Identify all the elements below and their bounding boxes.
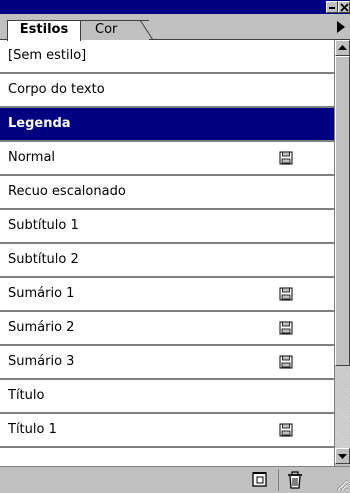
list-item[interactable]: Subtítulo 1 xyxy=(0,210,334,244)
disk-icon xyxy=(279,423,293,437)
trash-icon[interactable] xyxy=(284,469,306,491)
vertical-scrollbar[interactable] xyxy=(334,40,350,466)
list-item[interactable]: Normal xyxy=(0,142,334,176)
tab-estilos[interactable]: Estilos xyxy=(7,20,81,41)
divider xyxy=(278,469,279,491)
tab-divider xyxy=(140,20,154,40)
disk-icon xyxy=(279,321,293,335)
styles-palette: Estilos Cor [Sem estilo] Corpo do texto Le… xyxy=(0,0,350,493)
arrow-up-icon xyxy=(338,45,347,50)
scroll-down-button[interactable] xyxy=(335,448,350,464)
tab-cor-label: Cor xyxy=(95,22,118,37)
disk-icon xyxy=(279,355,293,369)
list-item[interactable]: Título xyxy=(0,380,334,414)
style-name: Normal xyxy=(8,150,56,165)
disk-icon xyxy=(279,287,293,301)
style-name: [Sem estilo] xyxy=(8,48,87,63)
style-name: Título 1 xyxy=(8,422,57,437)
style-name: Sumário 1 xyxy=(8,286,75,301)
scroll-up-button[interactable] xyxy=(335,40,350,56)
scroll-thumb[interactable] xyxy=(335,56,350,366)
style-list: [Sem estilo] Corpo do texto Legenda Normal R… xyxy=(0,40,334,466)
list-item[interactable]: Sumário 2 xyxy=(0,312,334,346)
style-name: Legenda xyxy=(8,116,71,131)
tab-estilos-label: Estilos xyxy=(19,22,69,37)
style-name: Corpo do texto xyxy=(8,82,105,97)
resize-grip-icon[interactable] xyxy=(334,477,348,491)
list-item[interactable]: Subtítulo 2 xyxy=(0,244,334,278)
tab-cor[interactable]: Cor xyxy=(79,20,149,40)
style-name: Subtítulo 1 xyxy=(8,218,79,233)
style-name: Sumário 3 xyxy=(8,354,75,369)
list-item[interactable]: Título 1 xyxy=(0,414,334,448)
list-item[interactable]: Corpo do texto xyxy=(0,74,334,108)
style-name: Sumário 2 xyxy=(8,320,75,335)
list-item[interactable]: Sumário 3 xyxy=(0,346,334,380)
palette-title-bar[interactable] xyxy=(0,0,350,14)
triangle-right-icon[interactable] xyxy=(336,20,346,34)
list-item[interactable]: Sumário 1 xyxy=(0,278,334,312)
style-name: Subtítulo 2 xyxy=(8,252,79,267)
arrow-down-icon xyxy=(338,454,347,459)
disk-icon xyxy=(279,151,293,165)
minimize-icon[interactable] xyxy=(326,1,338,13)
style-name: Título xyxy=(8,388,45,403)
close-icon[interactable] xyxy=(338,1,350,13)
tab-bar: Estilos Cor xyxy=(0,14,350,41)
list-item[interactable]: Recuo escalonado xyxy=(0,176,334,210)
new-style-icon[interactable] xyxy=(249,469,271,491)
list-item[interactable]: Legenda xyxy=(0,108,334,142)
palette-bottom-bar xyxy=(0,466,350,493)
style-name: Recuo escalonado xyxy=(8,184,126,199)
list-item[interactable]: [Sem estilo] xyxy=(0,40,334,74)
